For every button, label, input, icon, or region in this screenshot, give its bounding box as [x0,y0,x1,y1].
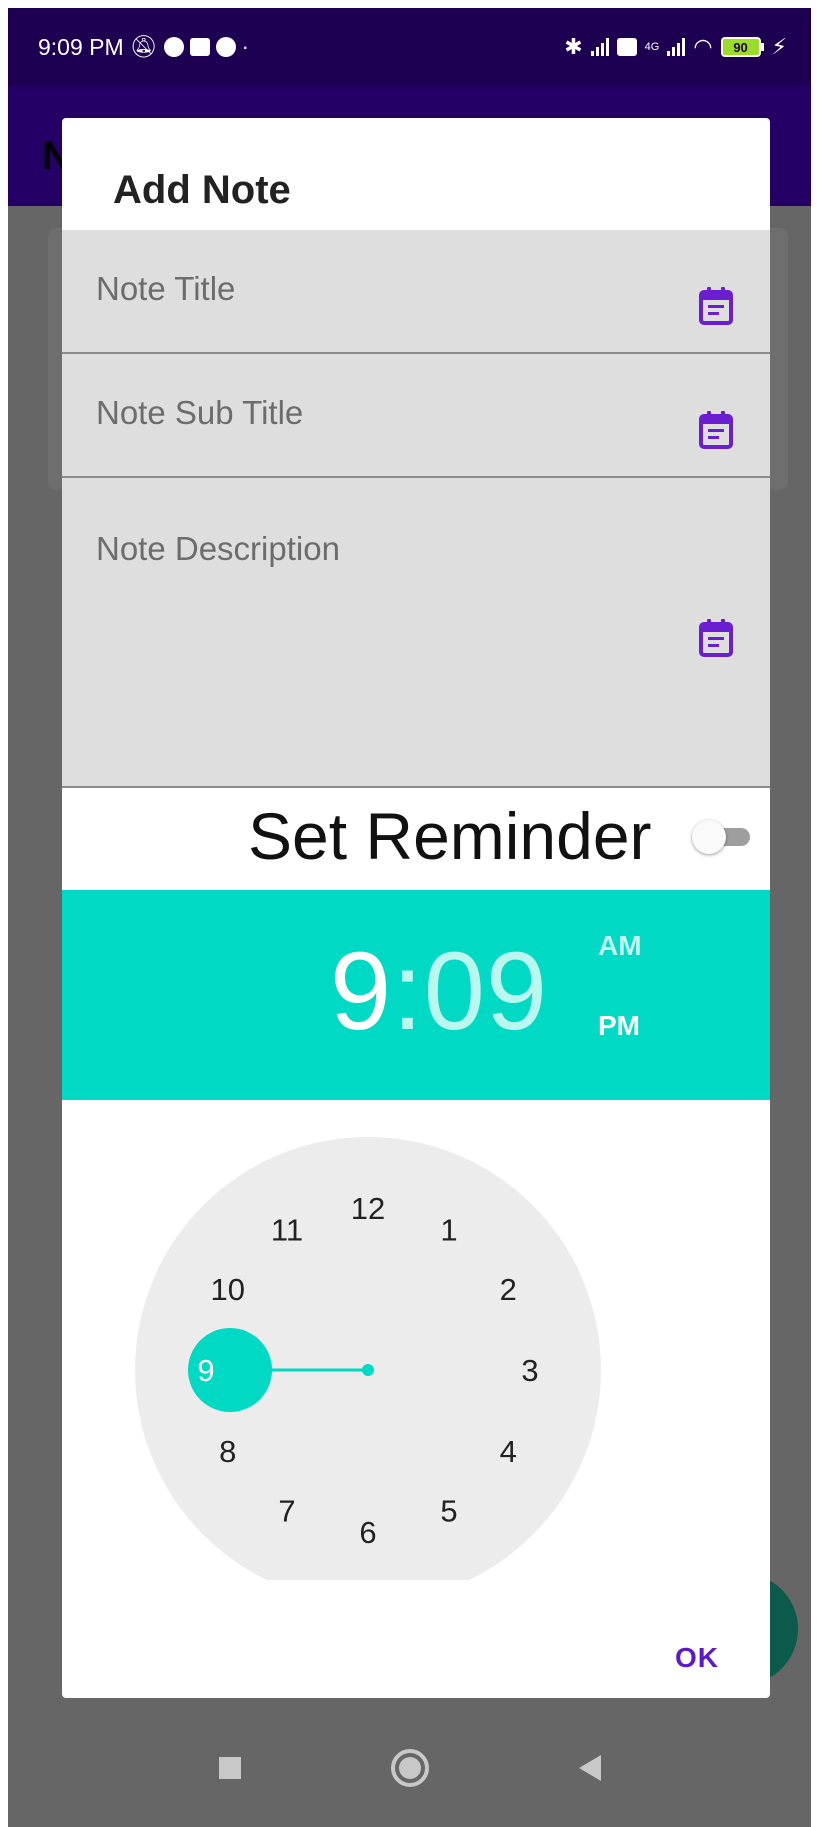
time-picker-header: 9:09 AM PM [62,890,770,1100]
bell-off-icon: 🔕︎ [129,34,158,59]
clock-center-dot [362,1364,374,1376]
status-bar: 9:09 PM 🔕︎ · ✱ 4G ◠ 90 ⚡︎ [8,8,811,86]
add-note-dialog: Add Note Note Title Note Sub Title Note … [62,118,770,1698]
time-separator: : [392,930,424,1053]
note-subtitle-field[interactable]: Note Sub Title [62,354,770,478]
signal-icon-2 [667,38,686,56]
note-subtitle-placeholder: Note Sub Title [96,394,304,431]
bluetooth-icon: ✱ [564,34,583,59]
calendar-icon [699,287,733,325]
charging-bolt-icon: ⚡︎ [771,34,787,59]
clock-number-4[interactable]: 4 [500,1434,517,1469]
ok-button[interactable]: OK [657,1633,737,1683]
clock-number-6[interactable]: 6 [359,1515,376,1550]
battery-level: 90 [720,37,761,57]
note-title-field[interactable]: Note Title [62,230,770,354]
time-display: 9:09 [330,928,548,1055]
note-description-field[interactable]: Note Description [62,478,770,788]
clock-number-7[interactable]: 7 [278,1493,295,1528]
status-bar-right: ✱ 4G ◠ 90 ⚡︎ [564,36,787,58]
calendar-icon [699,411,733,449]
clock-number-3[interactable]: 3 [521,1353,538,1388]
switch-thumb [692,820,726,854]
reminder-row: Set Reminder [62,788,770,890]
dialog-title: Add Note [113,168,291,212]
pm-toggle[interactable]: PM [598,1010,640,1042]
clock-number-8[interactable]: 8 [219,1434,236,1469]
battery-icon: 90 [720,37,764,57]
am-toggle[interactable]: AM [598,930,642,962]
gallery-notification-icon [189,38,210,56]
home-button[interactable] [390,1748,429,1787]
signal-icon [590,38,609,56]
wifi-icon: ◠ [693,34,713,59]
clock-number-1[interactable]: 1 [440,1213,457,1248]
back-button[interactable] [578,1754,601,1781]
app-notification-icon-2 [215,37,236,57]
note-description-placeholder: Note Description [96,530,340,567]
reminder-switch[interactable] [692,820,750,854]
status-time: 9:09 PM [38,33,124,60]
set-reminder-label: Set Reminder [248,799,652,873]
clock-number-2[interactable]: 2 [500,1272,517,1307]
clock-dial[interactable]: 121234567891011 [62,1100,770,1580]
recents-button[interactable] [218,1756,241,1779]
clock-number-12[interactable]: 12 [351,1191,385,1226]
calendar-icon [699,619,733,657]
minute-display[interactable]: 09 [424,930,548,1053]
status-bar-left: 9:09 PM 🔕︎ · [38,34,249,61]
note-title-placeholder: Note Title [96,270,236,307]
app-notification-icon [163,37,184,57]
more-notifications-dot-icon: · [241,34,249,59]
clock-number-11[interactable]: 11 [271,1213,303,1248]
clock-number-9[interactable]: 9 [197,1353,214,1388]
clock-number-10[interactable]: 10 [210,1272,244,1307]
navigation-bar [8,1708,811,1827]
phone-screen: 9:09 PM 🔕︎ · ✱ 4G ◠ 90 ⚡︎ N Add Note Not… [8,8,811,1827]
volte-icon [616,38,637,56]
clock-number-5[interactable]: 5 [440,1493,457,1528]
hour-display[interactable]: 9 [330,930,392,1053]
network-type-label: 4G [644,41,660,53]
